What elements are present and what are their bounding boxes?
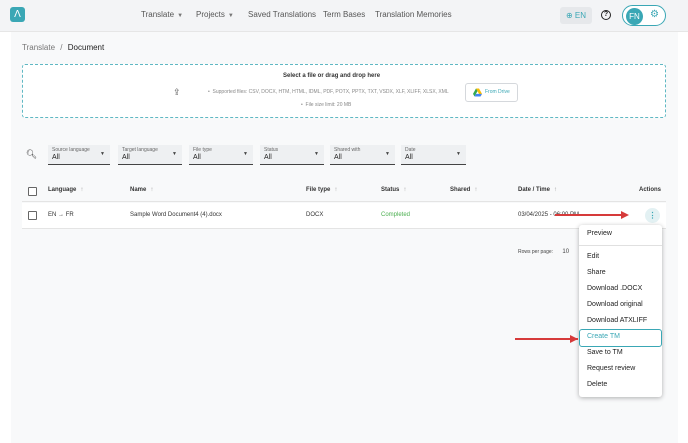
- file-size-limit-text: • File size limit: 20 MB: [301, 102, 352, 108]
- help-icon[interactable]: ?: [601, 10, 611, 20]
- nav-translate[interactable]: Translate ▼: [141, 10, 183, 19]
- rows-per-page-select[interactable]: 10: [562, 249, 569, 255]
- language-pair: EN → FR: [48, 212, 74, 218]
- breadcrumb: Translate / Document: [22, 43, 104, 52]
- status-badge: Completed: [381, 212, 411, 218]
- menu-item-preview[interactable]: Preview: [587, 230, 612, 237]
- column-name[interactable]: Name ↑: [130, 187, 153, 193]
- gear-icon[interactable]: ⚙: [650, 9, 659, 20]
- nav-term-bases[interactable]: Term Bases: [323, 10, 365, 19]
- nav-projects[interactable]: Projects ▼: [196, 10, 234, 19]
- sort-arrow-icon: ↑: [474, 187, 478, 193]
- column-file-type[interactable]: File type ↑: [306, 187, 337, 193]
- sort-arrow-icon: ↑: [403, 187, 407, 193]
- filter-date[interactable]: Date All ▼: [401, 145, 466, 165]
- globe-icon: ⊕: [565, 11, 573, 20]
- dropzone-title: Select a file or drag and drop here: [283, 73, 381, 79]
- nav-saved-translations[interactable]: Saved Translations: [248, 10, 316, 19]
- menu-item-download-atxliff[interactable]: Download ATXLIFF: [587, 317, 647, 324]
- app-logo[interactable]: Λ: [10, 7, 25, 22]
- file-type: DOCX: [306, 212, 324, 218]
- upload-icon: ⇪: [173, 87, 181, 97]
- annotation-arrow-actions: [555, 214, 622, 216]
- annotation-arrowhead: [621, 211, 629, 219]
- pagination: Rows per page: 10: [518, 249, 569, 255]
- sort-arrow-icon: ↑: [553, 187, 557, 193]
- sort-arrow-icon: ↑: [334, 187, 338, 193]
- dropdown-arrow-icon: ▼: [243, 151, 248, 157]
- menu-item-save-to-tm[interactable]: Save to TM: [587, 349, 623, 356]
- row-checkbox[interactable]: [28, 211, 37, 220]
- supported-files-text: • Supported files: CSV, DOCX, HTM, HTML,…: [208, 89, 449, 95]
- search-icon[interactable]: 🔍︎: [22, 145, 41, 164]
- filter-file-type[interactable]: File type All ▼: [189, 145, 253, 165]
- chevron-down-icon: ▼: [227, 13, 234, 19]
- row-actions-menu: Preview Edit Share Download .DOCX Downlo…: [579, 225, 662, 397]
- user-menu[interactable]: FN ⚙: [622, 5, 666, 26]
- document-name[interactable]: Sample Word Document4 (4).docx: [130, 212, 222, 218]
- filter-source-language[interactable]: Source language All ▼: [48, 145, 110, 165]
- google-drive-icon: [473, 88, 482, 97]
- avatar[interactable]: FN: [626, 8, 643, 25]
- filter-shared-with[interactable]: Shared with All ▼: [330, 145, 395, 165]
- menu-item-create-tm[interactable]: Create TM: [587, 333, 620, 340]
- from-drive-button[interactable]: From Drive: [465, 83, 518, 102]
- column-language[interactable]: Language ↑: [48, 187, 83, 193]
- language-selector[interactable]: ⊕ EN: [560, 7, 592, 24]
- nav-translation-memories[interactable]: Translation Memories: [375, 10, 452, 19]
- dropdown-arrow-icon: ▼: [314, 151, 319, 157]
- menu-item-delete[interactable]: Delete: [587, 381, 607, 388]
- column-date[interactable]: Date / Time ↑: [518, 187, 557, 193]
- menu-item-edit[interactable]: Edit: [587, 253, 599, 260]
- rows-per-page-label: Rows per page:: [518, 249, 554, 255]
- breadcrumb-current: Document: [67, 43, 105, 52]
- file-dropzone[interactable]: Select a file or drag and drop here ⇪ • …: [22, 64, 666, 118]
- table-header: Language ↑ Name ↑ File type ↑ Status ↑ Share…: [22, 180, 666, 202]
- column-status[interactable]: Status ↑: [381, 187, 406, 193]
- menu-divider: [579, 245, 662, 246]
- arrow-right-icon: →: [58, 212, 65, 218]
- sort-arrow-icon: ↑: [80, 187, 84, 193]
- filter-target-language[interactable]: Target language All ▼: [118, 145, 182, 165]
- top-navigation-bar: Λ Translate ▼ Projects ▼ Saved Translation…: [0, 0, 688, 32]
- column-shared[interactable]: Shared ↑: [450, 187, 477, 193]
- chevron-down-icon: ▼: [177, 13, 184, 19]
- breadcrumb-separator: /: [60, 43, 63, 52]
- menu-item-download-original[interactable]: Download original: [587, 301, 643, 308]
- select-all-checkbox[interactable]: [28, 187, 37, 196]
- annotation-arrow-create-tm: [515, 338, 578, 340]
- menu-item-request-review[interactable]: Request review: [587, 365, 635, 372]
- breadcrumb-parent[interactable]: Translate: [22, 43, 55, 52]
- dropdown-arrow-icon: ▼: [172, 151, 177, 157]
- table-row[interactable]: EN → FR Sample Word Document4 (4).docx D…: [22, 203, 666, 229]
- dropdown-arrow-icon: ▼: [456, 151, 461, 157]
- menu-item-download-docx[interactable]: Download .DOCX: [587, 285, 642, 292]
- dropdown-arrow-icon: ▼: [385, 151, 390, 157]
- menu-item-share[interactable]: Share: [587, 269, 606, 276]
- filter-status[interactable]: Status All ▼: [260, 145, 324, 165]
- annotation-arrowhead: [570, 335, 578, 343]
- column-actions: Actions: [639, 187, 662, 193]
- sort-arrow-icon: ↑: [150, 187, 154, 193]
- dropdown-arrow-icon: ▼: [100, 151, 105, 157]
- more-vertical-icon[interactable]: ⋮: [645, 208, 660, 223]
